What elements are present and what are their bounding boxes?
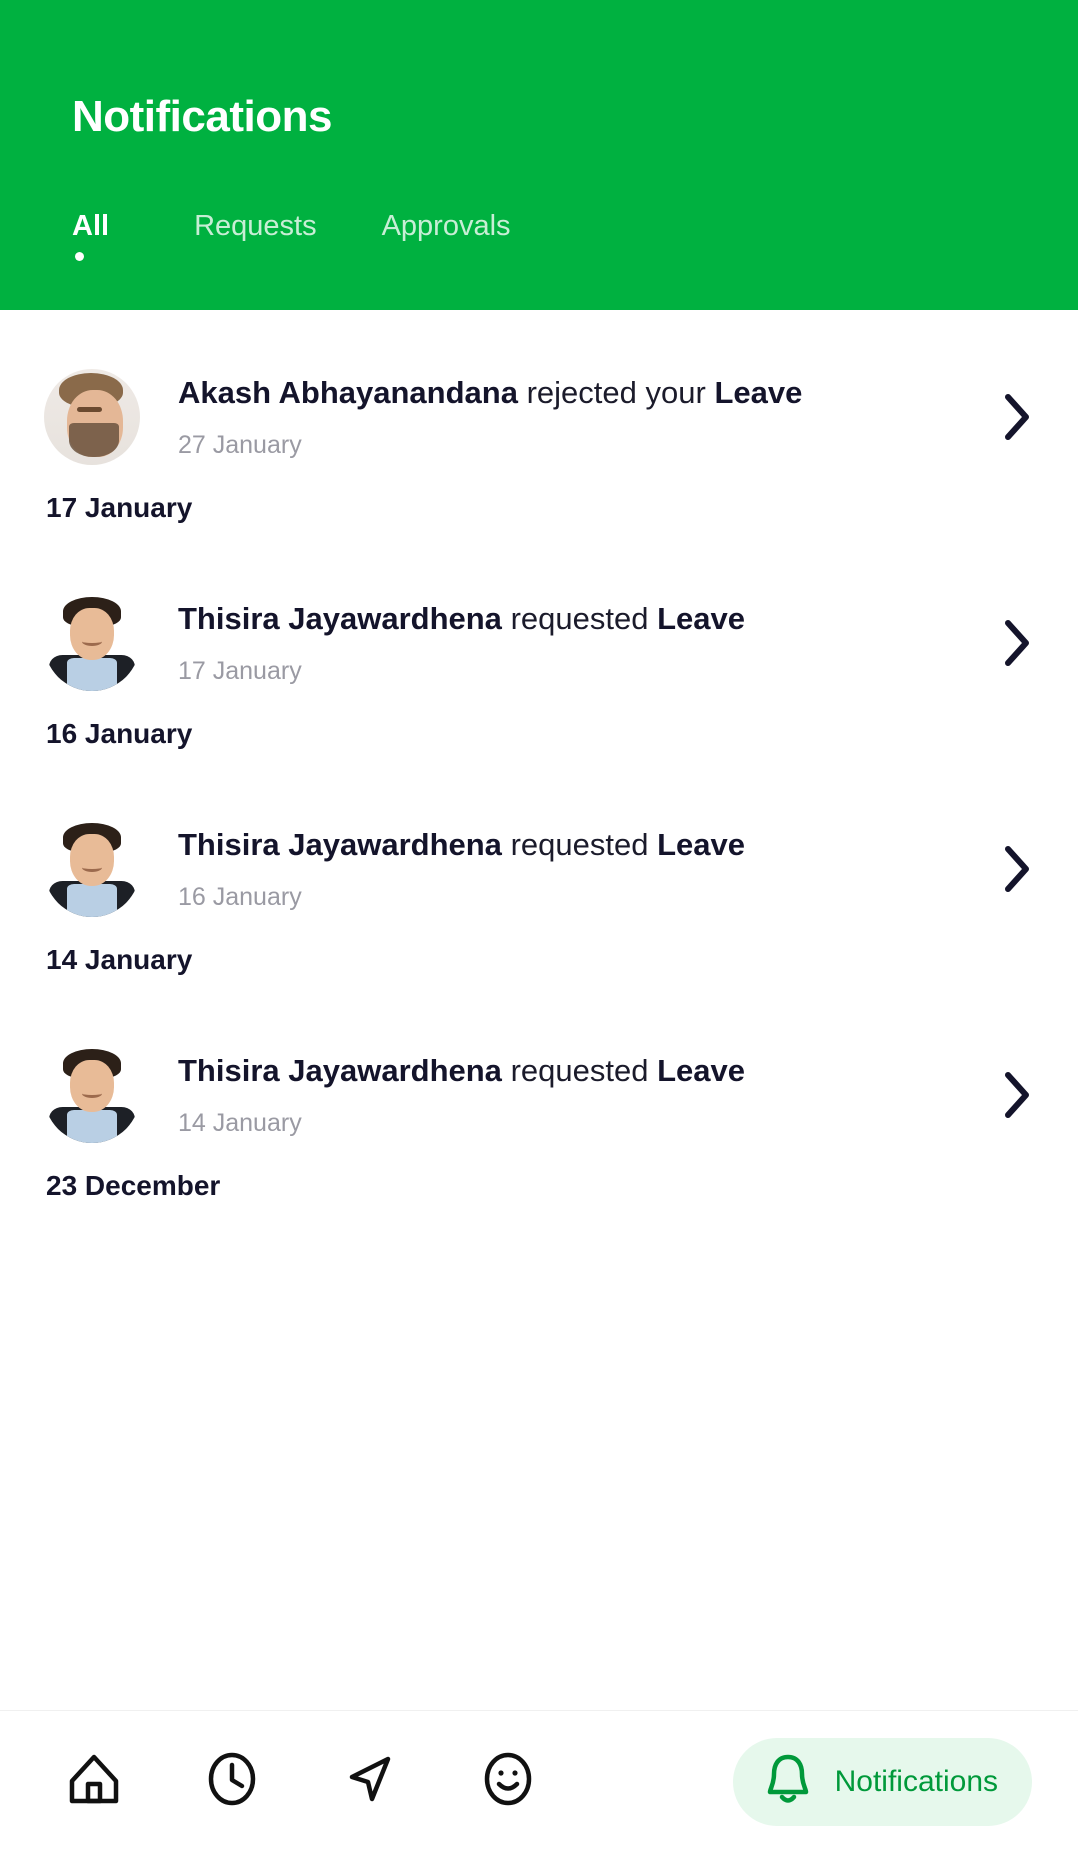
- list-item[interactable]: Thisira Jayawardhena requested Leave 17 …: [0, 568, 1078, 718]
- notification-list[interactable]: Akash Abhayanandana rejected your Leave …: [0, 310, 1078, 1710]
- notification-subject: Leave: [657, 827, 745, 863]
- notification-subject: Leave: [657, 1053, 745, 1089]
- notification-headline: Thisira Jayawardhena requested Leave: [178, 826, 998, 865]
- nav-item-notifications-label: Notifications: [834, 1764, 998, 1798]
- notification-headline: Thisira Jayawardhena requested Leave: [178, 600, 998, 639]
- tab-all[interactable]: All: [72, 204, 110, 261]
- date-section-header: 23 December: [46, 1170, 221, 1201]
- tab-all-label: All: [72, 210, 110, 242]
- chevron-right-icon[interactable]: [998, 613, 1038, 673]
- avatar: [44, 821, 140, 917]
- tab-active-indicator-dot: [75, 252, 84, 261]
- date-section-header: 16 January: [46, 718, 193, 749]
- nav-item-notifications[interactable]: Notifications: [732, 1737, 1032, 1826]
- notification-action: requested: [510, 601, 649, 637]
- chevron-right-icon[interactable]: [998, 1065, 1038, 1125]
- notification-date: 17 January: [178, 656, 302, 685]
- notification-headline: Thisira Jayawardhena requested Leave: [178, 1052, 998, 1091]
- list-item[interactable]: Akash Abhayanandana rejected your Leave …: [0, 342, 1078, 492]
- nav-item-mood[interactable]: [460, 1734, 556, 1830]
- nav-item-history[interactable]: [184, 1734, 280, 1830]
- notification-action: requested: [510, 827, 649, 863]
- date-section-header: 14 January: [46, 944, 193, 975]
- notification-subject: Leave: [657, 601, 745, 637]
- tab-bar: All Requests Approvals: [72, 204, 511, 261]
- notification-text: Thisira Jayawardhena requested Leave 16 …: [140, 826, 998, 912]
- clock-icon: [204, 1751, 260, 1812]
- tab-requests-label: Requests: [194, 210, 317, 242]
- smiley-icon: [480, 1751, 536, 1812]
- list-item[interactable]: Thisira Jayawardhena requested Leave 14 …: [0, 1020, 1078, 1170]
- nav-item-send[interactable]: [322, 1734, 418, 1830]
- bottom-navigation-bar: Notifications: [0, 1710, 1078, 1852]
- notification-text: Akash Abhayanandana rejected your Leave …: [140, 374, 998, 460]
- bell-icon: [761, 1750, 815, 1813]
- notification-subject: Leave: [714, 375, 803, 411]
- tab-approvals[interactable]: Approvals: [382, 204, 511, 248]
- list-item[interactable]: Thisira Jayawardhena requested Leave 16 …: [0, 794, 1078, 944]
- send-icon: [342, 1751, 398, 1812]
- notification-date: 16 January: [178, 882, 302, 911]
- notification-date: 27 January: [178, 430, 302, 459]
- app-header: Notifications All Requests Approvals: [0, 0, 1078, 310]
- notification-date: 14 January: [178, 1108, 302, 1137]
- avatar: [44, 1047, 140, 1143]
- date-section-header: 17 January: [46, 492, 193, 523]
- avatar: [44, 369, 140, 465]
- notification-action: requested: [510, 1053, 649, 1089]
- page-title: Notifications: [72, 92, 332, 141]
- nav-item-home[interactable]: [46, 1734, 142, 1830]
- notification-text: Thisira Jayawardhena requested Leave 14 …: [140, 1052, 998, 1138]
- notification-text: Thisira Jayawardhena requested Leave 17 …: [140, 600, 998, 686]
- notification-action: rejected your: [526, 375, 706, 411]
- list-top-spacer: [0, 310, 1078, 342]
- notification-actor: Akash Abhayanandana: [178, 375, 518, 411]
- tab-approvals-label: Approvals: [381, 210, 511, 242]
- avatar: [44, 595, 140, 691]
- tab-requests[interactable]: Requests: [194, 204, 317, 248]
- notification-actor: Thisira Jayawardhena: [178, 827, 502, 863]
- home-icon: [66, 1751, 122, 1812]
- chevron-right-icon[interactable]: [998, 387, 1038, 447]
- notification-actor: Thisira Jayawardhena: [178, 601, 502, 637]
- notifications-screen: Notifications All Requests Approvals Aka…: [0, 0, 1078, 1852]
- notification-headline: Akash Abhayanandana rejected your Leave: [178, 374, 998, 413]
- chevron-right-icon[interactable]: [998, 839, 1038, 899]
- notification-actor: Thisira Jayawardhena: [178, 1053, 502, 1089]
